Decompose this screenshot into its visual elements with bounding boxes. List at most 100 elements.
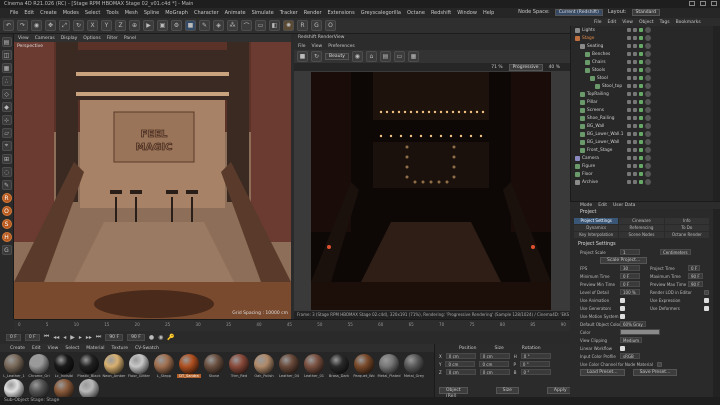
viewport-menu-options[interactable]: Options <box>83 36 100 41</box>
menu-render[interactable]: Render <box>304 10 322 16</box>
objects-menu-bookmarks[interactable]: Bookmarks <box>676 20 701 25</box>
object-row[interactable]: Seating <box>571 42 720 50</box>
object-tags[interactable] <box>645 171 651 177</box>
visibility-flags[interactable] <box>627 140 643 144</box>
node-space-dropdown[interactable]: Current (Redshift) <box>554 9 603 16</box>
material-menu-view[interactable]: View <box>48 346 59 351</box>
redshift-icon[interactable]: R <box>297 20 308 31</box>
tab-cineware[interactable]: Cineware <box>619 218 664 224</box>
object-row[interactable]: Screens <box>571 106 720 114</box>
material-swatch[interactable]: Plastic_Black <box>77 354 101 378</box>
visibility-flags[interactable] <box>627 180 643 184</box>
menu-redshift[interactable]: Redshift <box>431 10 451 16</box>
object-tags[interactable] <box>645 139 651 145</box>
object-tags[interactable] <box>645 155 651 161</box>
tab-octane-render[interactable]: Octane Render <box>664 232 709 238</box>
array-icon[interactable]: ⁂ <box>227 20 238 31</box>
layout-dropdown[interactable]: Standard <box>631 9 660 16</box>
renderview-menu-preferences[interactable]: Preferences <box>328 44 354 49</box>
go-to-start-icon[interactable]: ⏮ <box>44 333 49 341</box>
object-tags[interactable] <box>645 179 651 185</box>
visibility-flags[interactable] <box>627 124 643 128</box>
menu-simulate[interactable]: Simulate <box>252 10 274 16</box>
viewport-menu-display[interactable]: Display <box>61 36 78 41</box>
object-tags[interactable] <box>645 131 651 137</box>
object-row[interactable]: Stage <box>571 34 720 42</box>
coordinate-system-icon[interactable]: ⊕ <box>129 20 140 31</box>
visibility-flags[interactable] <box>627 84 643 88</box>
material-menu-create[interactable]: Create <box>10 346 25 351</box>
position-z-field[interactable]: 0 cm <box>445 369 476 375</box>
min-time-field[interactable]: 0 F <box>620 273 640 279</box>
material-menu-cvswatch[interactable]: CV-Swatch <box>135 346 159 351</box>
locked-workplane-icon[interactable]: ⊞ <box>1 154 12 164</box>
size-x-field[interactable]: 0 cm <box>479 353 510 359</box>
menu-window[interactable]: Window <box>457 10 477 16</box>
rotation-p-field[interactable]: 0 ° <box>519 361 550 367</box>
material-swatch[interactable]: L_Leather_1 <box>2 354 26 378</box>
visibility-flags[interactable] <box>627 36 643 40</box>
workplane-icon[interactable]: ▱ <box>1 128 12 138</box>
polygons-mode-icon[interactable]: ◆ <box>1 102 12 112</box>
octane-icon[interactable]: O <box>325 20 336 31</box>
tab-dynamics[interactable]: Dynamics <box>574 225 619 231</box>
object-row[interactable]: Floor <box>571 170 720 178</box>
soft-selection-icon[interactable]: ◌ <box>1 167 12 177</box>
menu-extensions[interactable]: Extensions <box>328 10 355 16</box>
menu-octane[interactable]: Octane <box>407 10 425 16</box>
view-clipping-dropdown[interactable]: Medium <box>620 337 642 343</box>
object-row[interactable]: BG_Lower_Wall.1 <box>571 130 720 138</box>
linear-workflow-checkbox[interactable] <box>620 345 625 351</box>
material-swatch[interactable]: Chrome_Gri <box>27 354 51 378</box>
menu-tools[interactable]: Tools <box>106 10 118 16</box>
visibility-flags[interactable] <box>627 44 643 48</box>
project-time-field[interactable]: 0 F <box>688 265 701 271</box>
progressive-button[interactable]: Progressive <box>508 63 543 71</box>
visibility-flags[interactable] <box>627 92 643 96</box>
object-row[interactable]: Archive <box>571 178 720 186</box>
tab-referencing[interactable]: Referencing <box>619 225 664 231</box>
object-tags[interactable] <box>645 91 651 97</box>
paint-icon[interactable]: ✎ <box>1 180 12 190</box>
play-icon[interactable]: ▶ <box>70 334 75 341</box>
previous-frame-icon[interactable]: ◂ <box>63 334 66 341</box>
region-icon[interactable]: ▭ <box>393 51 405 62</box>
material-swatch[interactable]: Oak_Polish <box>252 354 276 378</box>
object-tags[interactable] <box>645 163 651 169</box>
object-row[interactable]: Stools <box>571 66 720 74</box>
rotation-b-field[interactable]: 0 ° <box>520 369 551 375</box>
position-x-field[interactable]: 0 cm <box>445 353 476 359</box>
menu-select[interactable]: Select <box>85 10 100 16</box>
live-selection-icon[interactable]: ◉ <box>31 20 42 31</box>
object-tags[interactable] <box>645 107 651 113</box>
preview-min-field[interactable]: 0 F <box>620 281 640 287</box>
viewport-menu-cameras[interactable]: Cameras <box>35 36 55 41</box>
use-generators-checkbox[interactable] <box>620 305 625 311</box>
objects-menu-file[interactable]: File <box>594 20 602 25</box>
menu-create[interactable]: Create <box>40 10 57 16</box>
visibility-flags[interactable] <box>627 68 643 72</box>
material-menu-edit[interactable]: Edit <box>32 346 41 351</box>
floor-icon[interactable]: ▭ <box>255 20 266 31</box>
points-mode-icon[interactable]: ∴ <box>1 76 12 86</box>
snap-icon[interactable]: ⌖ <box>1 141 12 151</box>
object-tags[interactable] <box>645 51 651 57</box>
object-row[interactable]: Front_Stage <box>571 146 720 154</box>
object-row[interactable]: Benches <box>571 50 720 58</box>
use-deformers-checkbox[interactable] <box>704 305 709 311</box>
material-swatch[interactable]: Metal_Plated <box>377 354 401 378</box>
objects-menu-object[interactable]: Object <box>639 20 654 25</box>
menu-mograph[interactable]: MoGraph <box>165 10 188 16</box>
signal-icon[interactable]: S <box>1 219 12 229</box>
subdivision-icon[interactable]: ◈ <box>213 20 224 31</box>
material-menu-material[interactable]: Material <box>86 346 104 351</box>
greyscalegorilla-logo-icon[interactable]: G <box>1 245 12 255</box>
bucket-icon[interactable]: ▦ <box>407 51 419 62</box>
object-tags[interactable] <box>645 67 651 73</box>
attr-menu-edit[interactable]: Edit <box>598 203 607 208</box>
default-color-dropdown[interactable]: 60% Gray <box>620 321 646 327</box>
material-swatch[interactable]: Lc_Invisibl <box>52 354 76 378</box>
color-swatch[interactable] <box>620 329 660 335</box>
object-row[interactable]: BG_Lower_Wall <box>571 138 720 146</box>
visibility-flags[interactable] <box>627 172 643 176</box>
